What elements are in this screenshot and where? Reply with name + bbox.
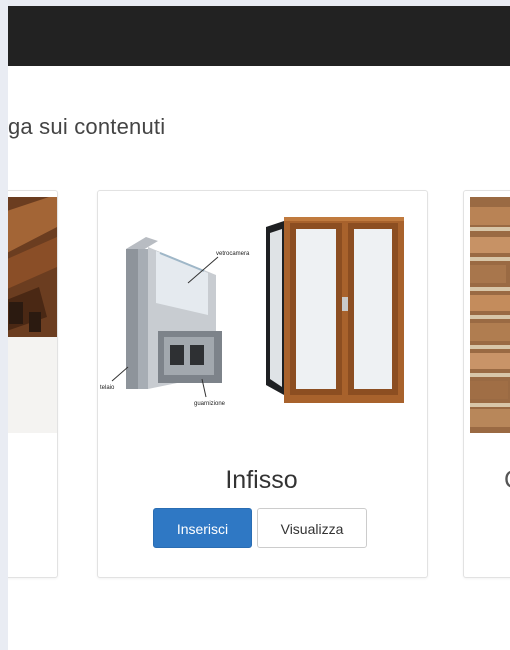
window-frame-image: vetrocamera telaio guarnizione xyxy=(100,217,404,407)
insert-button[interactable]: Inserisci xyxy=(153,508,252,548)
wooden-window-drawing xyxy=(266,217,404,403)
card-title: Infisso xyxy=(225,466,298,494)
page: ga sui contenuti vetrocamera telaio guar… xyxy=(8,0,510,650)
content-card-right[interactable] xyxy=(463,190,510,578)
content-card-left[interactable] xyxy=(8,190,58,578)
seal-label: guarnizione xyxy=(194,401,226,407)
section-title: ga sui contenuti xyxy=(8,114,166,139)
frame-label: telaio xyxy=(100,385,115,391)
top-navbar xyxy=(8,6,510,66)
glass-label: vetrocamera xyxy=(216,251,250,257)
brick-wall-image xyxy=(470,197,510,433)
right-card-title: C xyxy=(504,466,510,495)
view-button[interactable]: Visualizza xyxy=(257,508,367,548)
wood-structure-image xyxy=(8,197,57,433)
aluminium-profile-drawing: vetrocamera telaio guarnizione xyxy=(100,237,250,407)
